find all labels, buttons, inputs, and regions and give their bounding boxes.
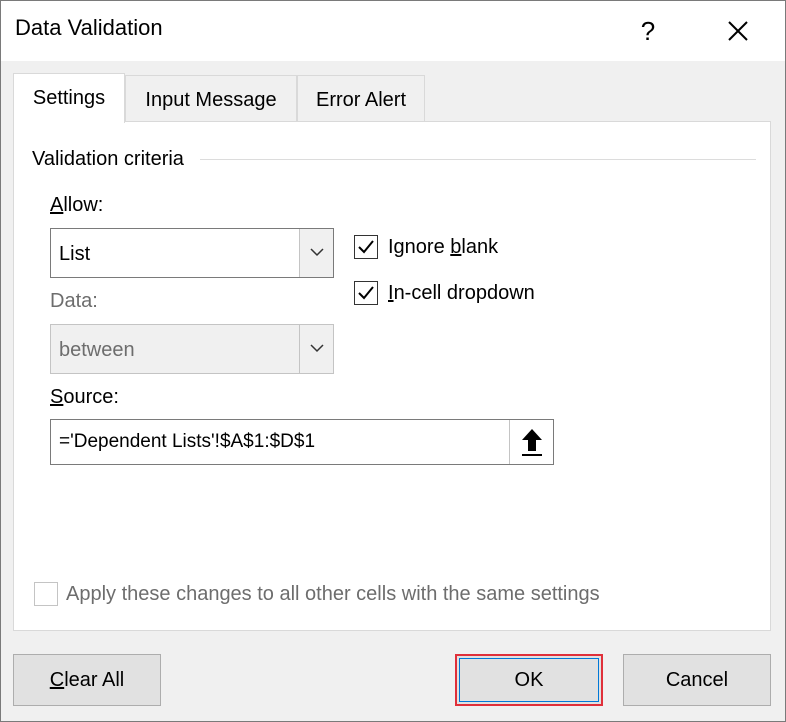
close-icon — [728, 21, 748, 41]
apply-all-checkbox — [34, 582, 58, 606]
ignore-blank-label-pre: Ignore — [388, 236, 451, 258]
chevron-down-icon — [310, 248, 324, 257]
source-input[interactable]: ='Dependent Lists'!$A$1:$D$1 — [50, 419, 554, 465]
allow-select-value: List — [59, 243, 91, 265]
settings-panel: Validation criteria Allow: List Data: be… — [13, 121, 771, 631]
chevron-down-icon — [310, 344, 324, 353]
ignore-blank-checkbox[interactable] — [354, 235, 378, 259]
tab-error-alert[interactable]: Error Alert — [297, 75, 425, 121]
cancel-button[interactable]: Cancel — [623, 654, 771, 706]
allow-label-rest: llow: — [63, 194, 104, 216]
tab-settings[interactable]: Settings — [13, 73, 125, 123]
data-label: Data: — [50, 290, 98, 312]
data-dropdown-button — [299, 325, 333, 373]
source-input-value[interactable]: ='Dependent Lists'!$A$1:$D$1 — [59, 420, 315, 464]
tab-input-message[interactable]: Input Message — [125, 75, 297, 121]
close-button[interactable] — [713, 7, 763, 55]
checkmark-icon — [358, 240, 374, 254]
clear-all-label-rest: lear All — [64, 669, 125, 691]
cancel-button-label: Cancel — [665, 669, 729, 691]
ok-button-label: OK — [514, 669, 544, 691]
ignore-blank-label-mnemonic: b — [450, 236, 462, 258]
ignore-blank-label-post: lank — [461, 236, 499, 258]
in-cell-dropdown-label[interactable]: In-cell dropdown — [388, 282, 535, 305]
allow-label-mnemonic: A — [50, 194, 64, 216]
source-label: Source: — [50, 386, 119, 409]
clear-all-mnemonic: C — [49, 669, 65, 691]
source-label-mnemonic: S — [50, 386, 64, 408]
title-bar: Data Validation ? — [1, 1, 785, 61]
help-button[interactable]: ? — [623, 7, 673, 55]
collapse-dialog-button[interactable] — [509, 420, 553, 464]
apply-all-label: Apply these changes to all other cells w… — [66, 583, 600, 605]
data-validation-dialog: Data Validation ? Settings Input Message… — [0, 0, 786, 722]
clear-all-button[interactable]: Clear All — [13, 654, 161, 706]
allow-dropdown-button[interactable] — [299, 229, 333, 277]
arrow-up-icon — [522, 429, 542, 456]
data-select-value: between — [59, 339, 135, 361]
in-cell-dropdown-label-post: n-cell dropdown — [393, 282, 535, 304]
ok-button[interactable]: OK — [455, 654, 603, 706]
data-select: between — [50, 324, 334, 374]
allow-label: Allow: — [50, 194, 103, 217]
dialog-title: Data Validation — [15, 15, 163, 40]
in-cell-dropdown-checkbox[interactable] — [354, 281, 378, 305]
group-divider — [200, 159, 756, 160]
source-label-rest: ource: — [63, 386, 119, 408]
validation-criteria-label: Validation criteria — [32, 148, 190, 171]
checkmark-icon — [358, 286, 374, 300]
allow-select[interactable]: List — [50, 228, 334, 278]
ignore-blank-label[interactable]: Ignore blank — [388, 236, 498, 259]
